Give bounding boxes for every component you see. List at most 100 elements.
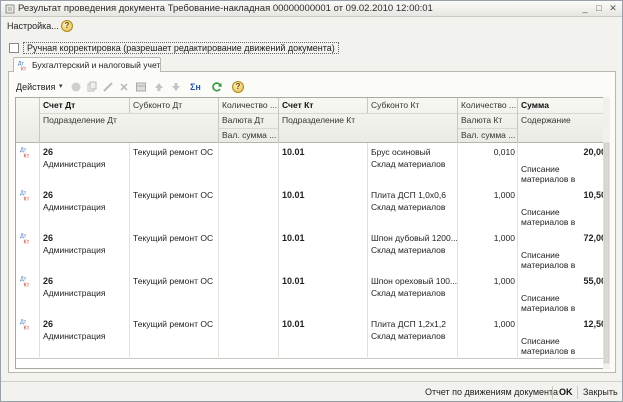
cell-subconto-dt: Текущий ремонт ОС [133, 233, 214, 243]
table-row[interactable]: Дт Кт 26 Текущий ремонт ОС Администрация 10.0… [16, 315, 609, 359]
footer-divider [552, 386, 553, 399]
col-header-cur-amount-dt[interactable]: Вал. сумма ... [219, 128, 279, 143]
maximize-button[interactable]: □ [593, 3, 605, 14]
column-divider [278, 229, 279, 273]
vertical-scrollbar[interactable] [603, 97, 610, 369]
cell-quantity-kt: 1,000 [493, 190, 515, 200]
col-header-amount[interactable]: Сумма [518, 98, 608, 113]
svg-text:Кт: Кт [24, 197, 30, 202]
column-divider [278, 315, 279, 359]
help-icon[interactable]: ? [61, 20, 73, 32]
cell-account-dt: 26 [43, 319, 54, 329]
svg-text:Кт: Кт [21, 67, 27, 72]
cell-amount: 72,00 [583, 233, 606, 243]
cell-content-2: материалов в [521, 174, 576, 184]
column-divider [129, 98, 130, 113]
ok-button[interactable]: OK [559, 387, 573, 397]
cell-subconto-dt: Текущий ремонт ОС [133, 190, 214, 200]
cell-subconto-kt-1: Плита ДСП 1,0х0,6 [371, 190, 446, 200]
cell-account-kt: 10.01 [282, 147, 305, 157]
copy-icon[interactable] [86, 81, 98, 93]
col-header-subconto-kt[interactable]: Субконто Кт [368, 98, 458, 113]
column-divider [367, 143, 368, 187]
tab-accounting[interactable]: Дт Кт Бухгалтерский и налоговый учет [13, 57, 161, 72]
cell-department-dt: Администрация [43, 202, 106, 212]
footer-bar: Отчет по движениям документа OK Закрыть [1, 381, 622, 402]
column-divider [367, 186, 368, 230]
help-icon[interactable]: ? [232, 81, 244, 93]
cell-department-dt: Администрация [43, 159, 106, 169]
move-up-icon[interactable] [153, 81, 165, 93]
column-divider [278, 186, 279, 230]
svg-text:Кт: Кт [24, 326, 30, 331]
cell-account-dt: 26 [43, 233, 54, 243]
minimize-button[interactable]: _ [579, 3, 591, 14]
dt-kt-icon: ДтКт [20, 277, 30, 288]
title-bar: Результат проведения документа Требовани… [1, 1, 622, 17]
cell-account-kt: 10.01 [282, 319, 305, 329]
column-divider [218, 143, 219, 187]
movement-report-button[interactable]: Отчет по движениям документа [425, 387, 558, 397]
dt-kt-icon: ДтКт [20, 148, 30, 159]
col-header-account-dt[interactable]: Счет Дт [40, 98, 130, 113]
entries-table: Счет Дт Субконто Дт Количество ... Счет … [15, 97, 610, 369]
column-divider [367, 315, 368, 359]
cell-subconto-kt-1: Шпон ореховый 100... [371, 276, 457, 286]
cell-department-dt: Администрация [43, 288, 106, 298]
table-row[interactable]: Дт Кт 26 Текущий ремонт ОС Администрация 10.0… [16, 186, 609, 230]
add-icon[interactable] [70, 81, 82, 93]
refresh-icon[interactable] [211, 81, 223, 93]
column-divider [457, 315, 458, 359]
cell-amount: 55,00 [583, 276, 606, 286]
col-header-content[interactable]: Содержание [518, 113, 608, 128]
dt-kt-icon: ДтКт [20, 320, 30, 331]
col-header-quantity-kt[interactable]: Количество ... [458, 98, 518, 113]
cell-content-1: Списание [521, 164, 560, 174]
cell-subconto-kt-2: Склад материалов [371, 202, 446, 212]
table-row[interactable]: Дт Кт 26 Текущий ремонт ОС Администрация 10.0… [16, 229, 609, 273]
actions-menu[interactable]: Действия [16, 82, 55, 92]
column-divider [517, 229, 518, 273]
column-divider [39, 229, 40, 273]
cell-quantity-kt: 1,000 [493, 276, 515, 286]
table-header: Счет Дт Субконто Дт Количество ... Счет … [16, 98, 609, 143]
manual-adjust-label[interactable]: Ручная корректировка (разрешает редактир… [23, 42, 339, 54]
column-divider [367, 229, 368, 273]
cell-content-2: материалов в [521, 217, 576, 227]
chevron-down-icon[interactable]: ▾ [59, 82, 63, 90]
col-header-subconto-dt[interactable]: Субконто Дт [130, 98, 219, 113]
col-header-department-dt[interactable]: Подразделение Дт [40, 113, 220, 128]
col-header-department-kt[interactable]: Подразделение Кт [279, 113, 459, 128]
delete-icon[interactable] [118, 81, 130, 93]
table-icon[interactable] [135, 81, 147, 93]
cell-subconto-dt: Текущий ремонт ОС [133, 319, 214, 329]
close-window-button[interactable]: ✕ [607, 3, 619, 14]
move-down-icon[interactable] [170, 81, 182, 93]
column-divider [457, 186, 458, 230]
cell-amount: 10,50 [583, 190, 606, 200]
col-header-currency-dt[interactable]: Валюта Дт [219, 113, 279, 128]
edit-icon[interactable] [102, 81, 114, 93]
cell-account-kt: 10.01 [282, 190, 305, 200]
cell-subconto-dt: Текущий ремонт ОС [133, 147, 214, 157]
col-header-cur-amount-kt[interactable]: Вал. сумма ... [458, 128, 518, 143]
col-header-currency-kt[interactable]: Валюта Кт [458, 113, 518, 128]
column-divider [218, 272, 219, 316]
menu-bar: Настройка... ? [1, 17, 622, 35]
column-divider [517, 143, 518, 187]
manual-adjust-checkbox[interactable] [9, 43, 19, 53]
column-divider [457, 229, 458, 273]
col-header-account-kt[interactable]: Счет Кт [279, 98, 368, 113]
close-button[interactable]: Закрыть [583, 387, 618, 397]
column-divider [218, 186, 219, 230]
header-divider [40, 113, 609, 114]
column-divider [278, 272, 279, 316]
column-divider [39, 272, 40, 316]
settings-menu[interactable]: Настройка... [7, 21, 59, 31]
col-header-quantity-dt[interactable]: Количество ... [219, 98, 279, 113]
cell-content-2: материалов в [521, 346, 576, 356]
table-row[interactable]: Дт Кт 26 Текущий ремонт ОС Администрация 10.0… [16, 272, 609, 316]
sum-icon[interactable]: Σн [190, 81, 206, 93]
svg-text:Кт: Кт [24, 283, 30, 288]
table-row[interactable]: Дт Кт 26 Текущий ремонт ОС Администрация 10.0… [16, 143, 609, 187]
